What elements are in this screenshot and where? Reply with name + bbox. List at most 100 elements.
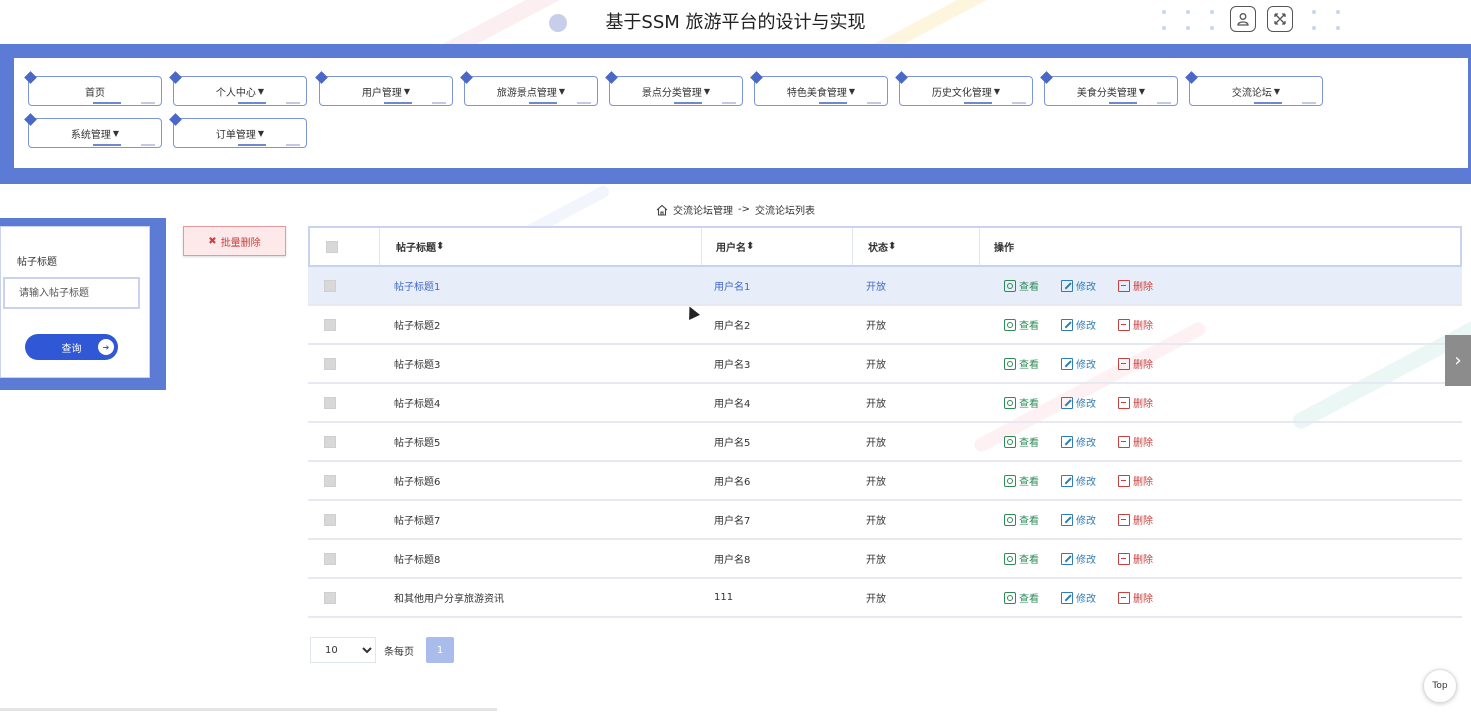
row-checkbox[interactable] — [324, 267, 336, 304]
table-row[interactable]: 帖子标题2 用户名2 开放 查看 修改 删除 — [308, 306, 1462, 345]
table-row[interactable]: 帖子标题1 用户名1 开放 查看 修改 删除 — [308, 267, 1462, 306]
edit-button[interactable]: 修改 — [1061, 551, 1096, 566]
delete-button[interactable]: 删除 — [1118, 278, 1153, 293]
column-header-title[interactable]: 帖子标题 ⬍ — [396, 228, 444, 265]
delete-icon — [1118, 435, 1130, 448]
edit-icon — [1061, 474, 1073, 487]
edit-button[interactable]: 修改 — [1061, 356, 1096, 371]
edit-icon — [1061, 435, 1073, 448]
row-checkbox[interactable] — [324, 462, 336, 499]
status-cell: 开放 — [866, 399, 886, 410]
edit-label: 修改 — [1076, 477, 1096, 488]
view-button[interactable]: 查看 — [1004, 395, 1039, 410]
table-row[interactable]: 帖子标题6 用户名6 开放 查看 修改 删除 — [308, 462, 1462, 501]
username-cell: 用户名6 — [714, 477, 751, 488]
edit-button[interactable]: 修改 — [1061, 434, 1096, 449]
view-button[interactable]: 查看 — [1004, 473, 1039, 488]
caret-down-icon: ▼ — [558, 86, 566, 96]
nav-item-users[interactable]: 用户管理 ▼ — [315, 71, 453, 106]
delete-button[interactable]: 删除 — [1118, 434, 1153, 449]
table-row[interactable]: 帖子标题5 用户名5 开放 查看 修改 删除 — [308, 423, 1462, 462]
edit-button[interactable]: 修改 — [1061, 473, 1096, 488]
edit-button[interactable]: 修改 — [1061, 512, 1096, 527]
row-checkbox[interactable] — [324, 345, 336, 382]
column-header-status[interactable]: 状态 ⬍ — [868, 228, 896, 265]
table-row[interactable]: 帖子标题4 用户名4 开放 查看 修改 删除 — [308, 384, 1462, 423]
row-checkbox[interactable] — [324, 423, 336, 460]
view-button[interactable]: 查看 — [1004, 317, 1039, 332]
delete-button[interactable]: 删除 — [1118, 317, 1153, 332]
view-button[interactable]: 查看 — [1004, 551, 1039, 566]
edit-label: 修改 — [1076, 438, 1096, 449]
delete-button[interactable]: 删除 — [1118, 395, 1153, 410]
select-all-checkbox[interactable] — [326, 228, 338, 265]
edit-button[interactable]: 修改 — [1061, 278, 1096, 293]
delete-icon — [1118, 474, 1130, 487]
post-title-search-input[interactable] — [3, 277, 140, 309]
row-actions: 查看 修改 删除 — [1004, 423, 1153, 460]
view-icon — [1004, 279, 1016, 292]
edit-button[interactable]: 修改 — [1061, 590, 1096, 605]
edit-label: 修改 — [1076, 321, 1096, 332]
delete-icon — [1118, 279, 1130, 292]
delete-icon — [1118, 591, 1130, 604]
table-row[interactable]: 帖子标题8 用户名8 开放 查看 修改 删除 — [308, 540, 1462, 579]
back-to-top-button[interactable]: Top — [1423, 669, 1457, 703]
fullscreen-button[interactable] — [1267, 6, 1293, 32]
nav-item-food[interactable]: 特色美食管理 ▼ — [750, 71, 888, 106]
delete-button[interactable]: 删除 — [1118, 473, 1153, 488]
batch-delete-button[interactable]: ✖ 批量删除 — [183, 226, 286, 256]
edit-label: 修改 — [1076, 360, 1096, 371]
delete-button[interactable]: 删除 — [1118, 551, 1153, 566]
breadcrumb-section[interactable]: 交流论坛管理 — [673, 202, 733, 217]
nav-item-history[interactable]: 历史文化管理 ▼ — [895, 71, 1033, 106]
nav-item-orders[interactable]: 订单管理 ▼ — [169, 113, 307, 148]
view-button[interactable]: 查看 — [1004, 356, 1039, 371]
row-checkbox[interactable] — [324, 579, 336, 616]
nav-item-forum[interactable]: 交流论坛 ▼ — [1185, 71, 1323, 106]
row-checkbox[interactable] — [324, 501, 336, 538]
nav-item-profile[interactable]: 个人中心 ▼ — [169, 71, 307, 106]
nav-item-attractions[interactable]: 旅游景点管理 ▼ — [460, 71, 598, 106]
page-number-button[interactable]: 1 — [426, 637, 454, 663]
edit-button[interactable]: 修改 — [1061, 317, 1096, 332]
view-icon — [1004, 474, 1016, 487]
chevron-right-icon[interactable]: › — [1445, 335, 1471, 386]
row-checkbox[interactable] — [324, 540, 336, 577]
nav-label: 个人中心 — [215, 87, 256, 99]
row-checkbox[interactable] — [324, 384, 336, 421]
nav-item-system[interactable]: 系统管理 ▼ — [24, 113, 162, 148]
delete-button[interactable]: 删除 — [1118, 590, 1153, 605]
query-button[interactable]: 查询 ➔ — [25, 334, 118, 360]
table-row[interactable]: 和其他用户分享旅游资讯 111 开放 查看 修改 删除 — [308, 579, 1462, 618]
delete-button[interactable]: 删除 — [1118, 356, 1153, 371]
breadcrumb-page: 交流论坛列表 — [755, 206, 815, 217]
view-button[interactable]: 查看 — [1004, 434, 1039, 449]
row-checkbox[interactable] — [324, 306, 336, 343]
nav-item-home[interactable]: 首页 — [24, 71, 162, 106]
nav-item-attraction-categories[interactable]: 景点分类管理 ▼ — [605, 71, 743, 106]
post-title-cell: 帖子标题6 — [394, 477, 441, 488]
horizontal-scrollbar[interactable] — [0, 708, 497, 711]
user-button[interactable] — [1230, 6, 1256, 32]
table-row[interactable]: 帖子标题7 用户名7 开放 查看 修改 删除 — [308, 501, 1462, 540]
arrow-right-icon: ➔ — [98, 339, 114, 355]
page-size-select[interactable]: 10 — [310, 637, 376, 663]
edit-button[interactable]: 修改 — [1061, 395, 1096, 410]
status-cell: 开放 — [866, 438, 886, 449]
delete-button[interactable]: 删除 — [1118, 512, 1153, 527]
view-button[interactable]: 查看 — [1004, 512, 1039, 527]
row-actions: 查看 修改 删除 — [1004, 579, 1153, 616]
view-button[interactable]: 查看 — [1004, 590, 1039, 605]
caret-down-icon: ▼ — [1273, 86, 1281, 96]
table-row[interactable]: 帖子标题3 用户名3 开放 查看 修改 删除 — [308, 345, 1462, 384]
column-status-label: 状态 — [868, 243, 888, 254]
view-icon — [1004, 513, 1016, 526]
nav-item-food-categories[interactable]: 美食分类管理 ▼ — [1040, 71, 1178, 106]
view-icon — [1004, 318, 1016, 331]
nav-label: 订单管理 — [215, 129, 256, 141]
view-button[interactable]: 查看 — [1004, 278, 1039, 293]
column-header-user[interactable]: 用户名 ⬍ — [716, 228, 754, 265]
row-actions: 查看 修改 删除 — [1004, 267, 1153, 304]
delete-icon — [1118, 318, 1130, 331]
